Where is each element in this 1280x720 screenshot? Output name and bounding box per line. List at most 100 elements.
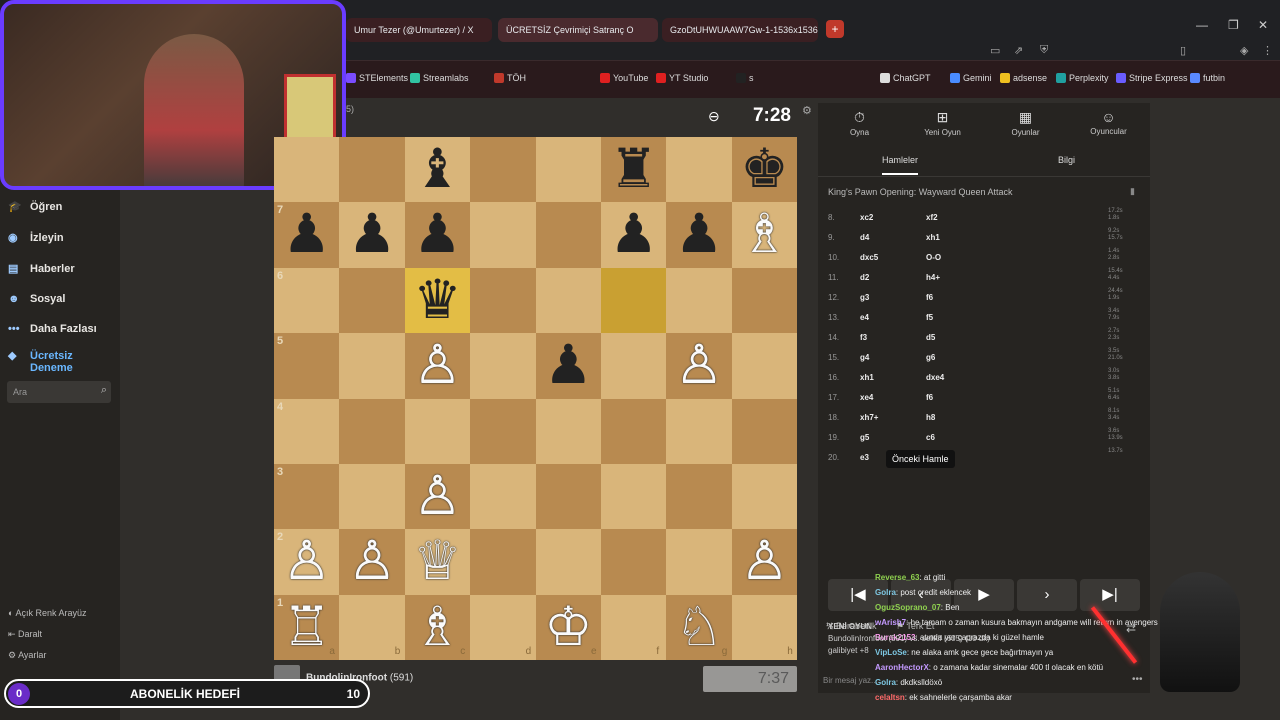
board-square[interactable] (274, 464, 340, 530)
bookmark-item[interactable]: Gemini (950, 73, 992, 83)
book-icon[interactable]: ▮ (1130, 186, 1135, 197)
board-square[interactable] (470, 464, 536, 530)
chess-piece[interactable]: ♚ (732, 137, 797, 202)
chess-piece[interactable]: ♗ (732, 202, 797, 267)
board-square[interactable] (535, 202, 601, 268)
chess-piece[interactable]: ♛ (405, 268, 470, 333)
bookmark-item[interactable]: Streamlabs (410, 73, 469, 83)
bookmark-item[interactable]: Stripe Express (1116, 73, 1188, 83)
black-move[interactable]: h4+ (926, 273, 940, 282)
board-square[interactable] (535, 464, 601, 530)
sidebar-item-free-trial[interactable]: ◆ Ücretsiz Deneme (8, 350, 90, 374)
white-move[interactable]: f3 (860, 333, 867, 342)
black-move[interactable]: f5 (926, 313, 933, 322)
board-square[interactable] (731, 464, 798, 530)
board-square[interactable] (339, 137, 405, 203)
board-square[interactable] (731, 398, 798, 464)
white-move[interactable]: g3 (860, 293, 869, 302)
chess-piece[interactable]: ♝ (405, 137, 470, 202)
tab-twitter[interactable]: Umur Tezer (@Umurtezer) / X (346, 18, 492, 42)
chess-piece[interactable]: ♙ (339, 529, 404, 594)
tab-play[interactable]: ⏱ Oyna (818, 109, 901, 137)
board-square[interactable] (601, 464, 667, 530)
white-move[interactable]: e4 (860, 313, 869, 322)
board-square[interactable] (666, 464, 732, 530)
chess-piece[interactable]: ♟ (405, 202, 470, 267)
tab-new-game[interactable]: ⊞ Yeni Oyun (901, 109, 984, 137)
bookmark-item[interactable]: futbin (1190, 73, 1225, 83)
white-move[interactable]: xc2 (860, 213, 873, 222)
board-square[interactable] (666, 267, 732, 334)
board-square[interactable] (274, 267, 340, 334)
board-square[interactable] (470, 333, 536, 399)
board-square[interactable] (666, 398, 732, 464)
shield2-icon[interactable]: ◈ (1240, 44, 1248, 57)
chess-piece[interactable]: ♙ (732, 529, 797, 594)
board-square[interactable] (601, 267, 667, 334)
bookmark-item[interactable]: ChatGPT (880, 73, 931, 83)
black-move[interactable]: d5 (926, 333, 935, 342)
bookmark-item[interactable]: YouTube (600, 73, 648, 83)
black-move[interactable]: dxe4 (926, 373, 944, 382)
tab-games[interactable]: ▦ Oyunlar (984, 109, 1067, 137)
board-square[interactable] (601, 333, 667, 399)
maximize-icon[interactable]: ❐ (1228, 18, 1239, 32)
white-move[interactable]: g4 (860, 353, 869, 362)
settings-button[interactable]: ⚙ Ayarlar (8, 650, 46, 661)
new-tab-button[interactable]: + (826, 20, 844, 38)
bookmark-item[interactable]: STElements (346, 73, 408, 83)
chess-piece[interactable]: ♙ (274, 529, 339, 594)
chess-piece[interactable]: ♟ (601, 202, 666, 267)
white-move[interactable]: dxc5 (860, 253, 878, 262)
board-square[interactable] (601, 529, 667, 595)
board-square[interactable] (274, 333, 340, 399)
search-input[interactable]: Ara ⌕ (7, 381, 111, 403)
white-move[interactable]: d4 (860, 233, 869, 242)
sidebar-item-learn[interactable]: 🎓 Öğren (8, 200, 62, 213)
sidebar-item-social[interactable]: ☻ Sosyal (8, 293, 65, 305)
light-theme-toggle[interactable]: ◐ Açık Renk Arayüz (8, 608, 86, 618)
chess-piece[interactable]: ♟ (536, 333, 601, 398)
tab-players[interactable]: ☺ Oyuncular (1067, 109, 1150, 136)
chess-piece[interactable]: ♙ (666, 333, 731, 398)
bookmark-item[interactable]: s (736, 73, 754, 83)
white-move[interactable]: g5 (860, 433, 869, 442)
chess-piece[interactable]: ♟ (666, 202, 731, 267)
black-move[interactable]: f6 (926, 293, 933, 302)
board-square[interactable] (339, 464, 405, 530)
bookmark-item[interactable]: TÖH (494, 73, 526, 83)
sidebar-item-more[interactable]: ••• Daha Fazlası (8, 323, 97, 335)
black-move[interactable]: xf2 (926, 213, 938, 222)
white-move[interactable]: d2 (860, 273, 869, 282)
board-square[interactable] (339, 333, 405, 399)
black-move[interactable]: O-O (926, 253, 941, 262)
white-move[interactable]: e3 (860, 453, 869, 462)
close-icon[interactable]: ✕ (1258, 18, 1268, 32)
board-square[interactable] (470, 137, 536, 203)
black-move[interactable]: f6 (926, 393, 933, 402)
minimize-icon[interactable]: — (1196, 18, 1208, 32)
board-square[interactable] (470, 267, 536, 334)
cast-icon[interactable]: ▭ (990, 44, 1000, 57)
board-square[interactable] (535, 267, 601, 334)
board-square[interactable] (535, 529, 601, 595)
sidebar-item-news[interactable]: ▤ Haberler (8, 262, 75, 275)
chess-piece[interactable]: ♙ (405, 333, 470, 398)
black-move[interactable]: h8 (926, 413, 935, 422)
bookmark-item[interactable]: YT Studio (656, 73, 708, 83)
board-square[interactable] (601, 398, 667, 464)
chess-board[interactable]: ♝ ♜ ♚ ♟ ♟ ♟ ♟ ♟ ♗ ♛ ♙ ♟ ♙ ♙ ♙ ♙ ♕ ♙ ♖ ♗ ♔ ♘ 7 6 5 4 3 2 1 a b c d e f g h (274, 137, 798, 661)
board-square[interactable] (274, 398, 340, 464)
board-square[interactable] (535, 398, 601, 464)
share-icon[interactable]: ⇗ (1014, 44, 1023, 57)
board-square[interactable] (470, 202, 536, 268)
board-settings-icon[interactable]: ⚙ (802, 104, 812, 117)
tab-info[interactable]: Bilgi (1058, 155, 1075, 165)
sidebar-item-watch[interactable]: ◉ İzleyin (8, 231, 64, 244)
board-square[interactable] (339, 398, 405, 464)
black-move[interactable]: xh1 (926, 233, 940, 242)
black-move[interactable]: g6 (926, 353, 935, 362)
white-move[interactable]: xh1 (860, 373, 874, 382)
board-square[interactable] (404, 398, 471, 464)
more-icon[interactable]: ••• (1132, 674, 1143, 685)
